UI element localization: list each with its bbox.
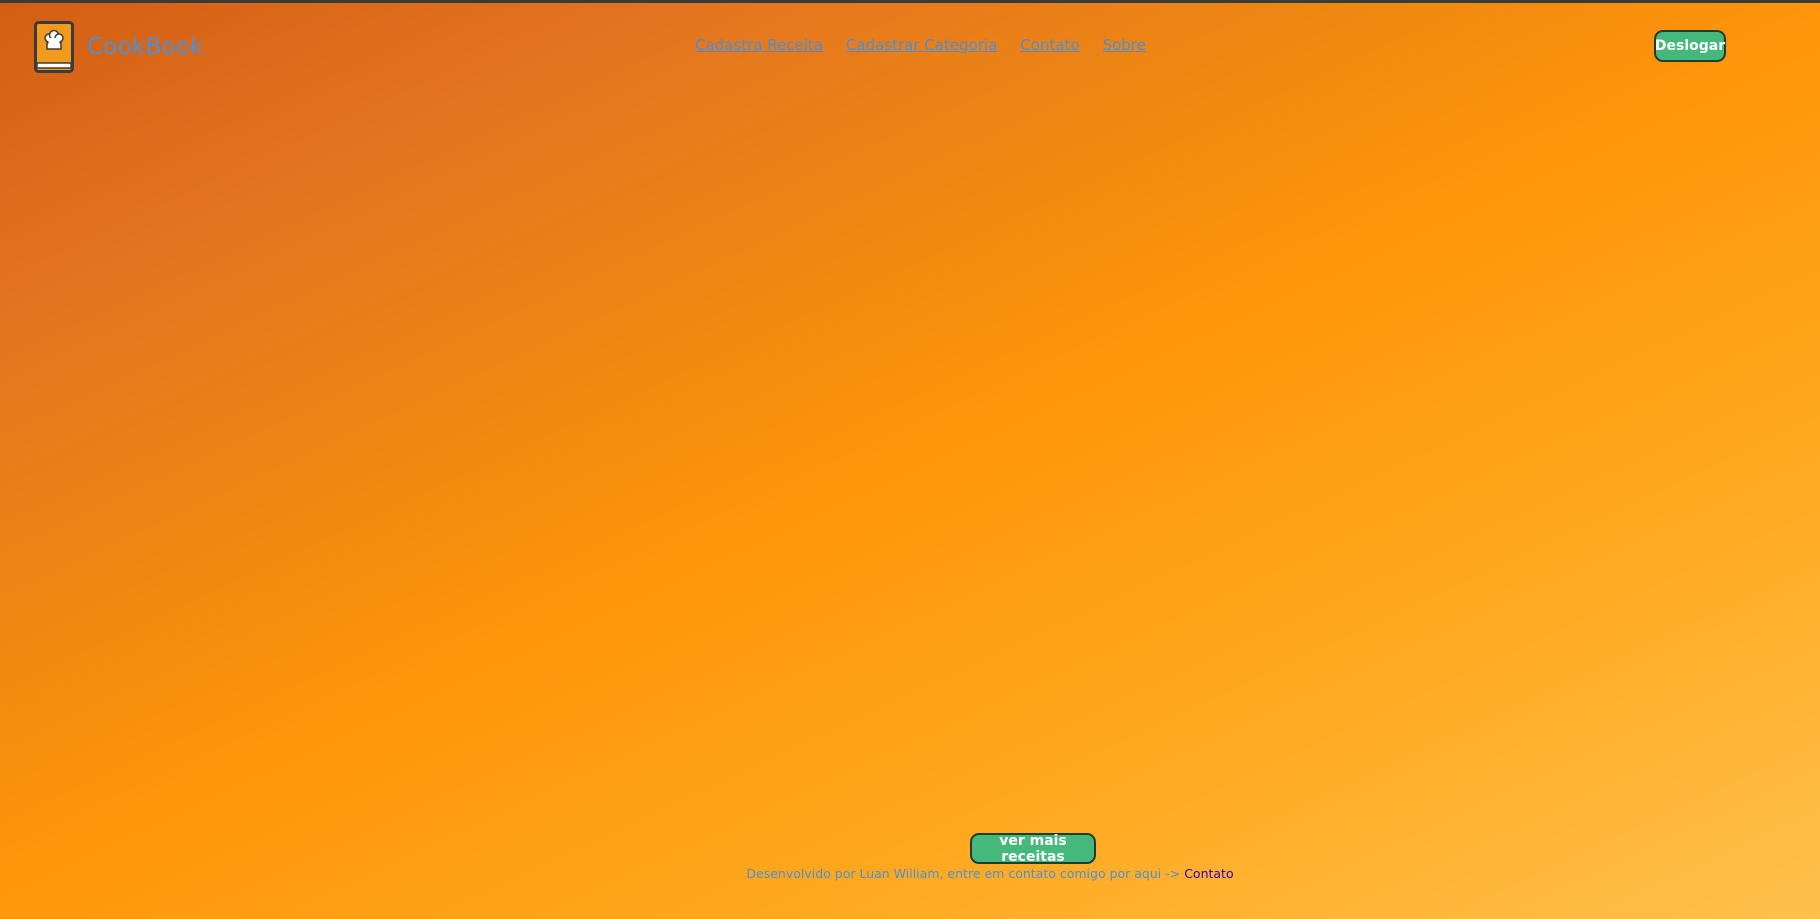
- brand-logo[interactable]: CookBook: [34, 21, 203, 73]
- brand-name: CookBook: [87, 34, 204, 60]
- more-recipes-button[interactable]: ver mais receitas: [970, 833, 1096, 865]
- footer-text: Desenvolvido por Luan William, entre em …: [746, 866, 1185, 881]
- chef-hat-book-icon: [34, 21, 74, 73]
- top-border: [0, 0, 1820, 3]
- nav-item-contato[interactable]: Contato: [1020, 36, 1079, 54]
- logout-button[interactable]: Deslogar: [1654, 30, 1726, 62]
- footer-contact-link[interactable]: Contato: [1184, 866, 1233, 881]
- nav-item-cadastra-receita[interactable]: Cadastra Receita: [695, 36, 823, 54]
- nav-item-cadastrar-categoria[interactable]: Cadastrar Categoria: [846, 36, 997, 54]
- footer: Desenvolvido por Luan William, entre em …: [0, 866, 1820, 881]
- main-nav: Cadastra Receita Cadastrar Categoria Con…: [695, 36, 1146, 54]
- nav-item-sobre[interactable]: Sobre: [1103, 36, 1146, 54]
